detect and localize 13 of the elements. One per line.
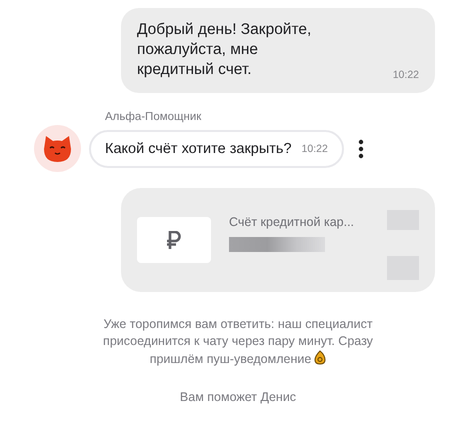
agent-text: Вам поможет Денис: [180, 390, 296, 404]
message-time: 10:22: [302, 142, 328, 154]
ok-hand-icon: [314, 350, 326, 365]
message-text: Добрый день! Закройте, пожалуйста, мне кредитный счет.: [137, 20, 312, 80]
account-title: Счёт кредитной кар...: [229, 214, 354, 228]
more-icon[interactable]: [358, 138, 364, 158]
sender-name: Альфа-Помощник: [105, 111, 202, 123]
avatar-icon: [34, 125, 81, 172]
notice-text: Уже торопимся вам ответить: наш специалист присоединится к чату через пару минут. Сразу пришлём пуш-уведомление: [102, 316, 374, 368]
message-time: 10:22: [392, 69, 419, 81]
message-text: Какой счёт хотите закрыть?: [105, 140, 292, 156]
account-card[interactable]: Счёт кредитной кар...: [121, 188, 435, 292]
ruble-icon: [167, 231, 181, 249]
